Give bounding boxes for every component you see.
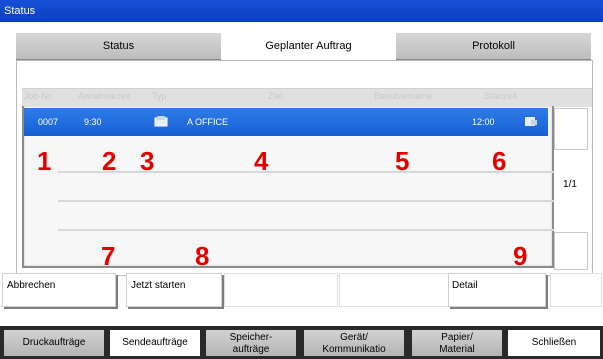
tab-log[interactable]: Protokoll <box>396 33 591 59</box>
tab-paper-material[interactable]: Papier/ Material <box>412 330 502 356</box>
column-header: Job-Nr. Annahmezeit Typ Ziel Benutzernam… <box>22 88 592 107</box>
start-now-button-label: Jetzt starten <box>131 280 186 291</box>
send-job-icon <box>154 115 168 129</box>
list-divider <box>58 171 554 173</box>
col-type: Typ <box>152 91 167 101</box>
job-status-icon <box>524 115 538 129</box>
tab-label: Druckaufträge <box>22 337 86 348</box>
tab-send-jobs[interactable]: Sendeaufträge <box>110 330 200 356</box>
col-start-time: Startzeit <box>484 91 518 101</box>
tab-label: Gerät/ <box>340 332 368 343</box>
table-row[interactable]: 0007 9:30 A OFFICE 12:00 <box>24 108 548 136</box>
callout-number: 8 <box>195 241 210 271</box>
blank-button <box>550 273 602 307</box>
tab-device-communication[interactable]: Gerät/ Kommunikatio <box>304 330 404 356</box>
start-now-button[interactable]: Jetzt starten <box>126 273 222 307</box>
col-user-name: Benutzername <box>374 91 433 101</box>
cell-start-time: 12:00 <box>472 117 495 127</box>
tab-scheduled-job[interactable]: Geplanter Auftrag <box>221 33 396 60</box>
callout-number: 2 <box>102 146 117 176</box>
cell-accept-time: 9:30 <box>84 117 102 127</box>
detail-button-label: Detail <box>452 280 478 291</box>
callout-number: 4 <box>254 146 269 176</box>
window-title: Status <box>4 5 36 17</box>
list-divider <box>58 229 554 231</box>
cell-job-number: 0007 <box>38 117 59 127</box>
tab-label: Kommunikatio <box>322 344 386 355</box>
tab-bar: Status Geplanter Auftrag Protokoll <box>16 33 591 60</box>
page-indicator: 1/1 <box>563 179 577 190</box>
title-bar: Status <box>0 0 603 22</box>
cancel-button[interactable]: Abbrechen <box>2 273 116 307</box>
tab-status[interactable]: Status <box>16 33 221 59</box>
tab-label: Material <box>439 344 475 355</box>
blank-button <box>339 273 449 307</box>
col-accept-time: Annahmezeit <box>78 91 131 101</box>
callout-number: 9 <box>513 241 528 271</box>
tab-storage-jobs[interactable]: Speicher- aufträge <box>206 330 296 356</box>
tab-label: Schließen <box>531 337 577 348</box>
callout-number: 7 <box>101 241 116 271</box>
col-job-number: Job-Nr. <box>24 91 54 101</box>
blank-button <box>224 273 338 307</box>
tab-print-jobs[interactable]: Druckaufträge <box>4 330 104 356</box>
tab-label: Papier/ <box>441 332 473 343</box>
tab-label: aufträge <box>232 344 270 355</box>
scroll-down-button[interactable] <box>554 232 588 270</box>
cancel-button-label: Abbrechen <box>7 280 56 291</box>
scroll-up-button[interactable] <box>554 108 588 150</box>
cell-destination: A OFFICE <box>187 117 229 127</box>
callout-number: 3 <box>140 146 155 176</box>
col-destination: Ziel <box>268 91 283 101</box>
callout-number: 6 <box>492 146 507 176</box>
detail-button[interactable]: Detail <box>448 273 546 307</box>
tab-label: Sendeaufträge <box>122 337 188 348</box>
callout-number: 1 <box>37 146 52 176</box>
callout-number: 5 <box>395 146 410 176</box>
close-button[interactable]: Schließen <box>508 330 600 356</box>
tab-label: Speicher- <box>229 332 273 343</box>
list-divider <box>58 200 554 202</box>
